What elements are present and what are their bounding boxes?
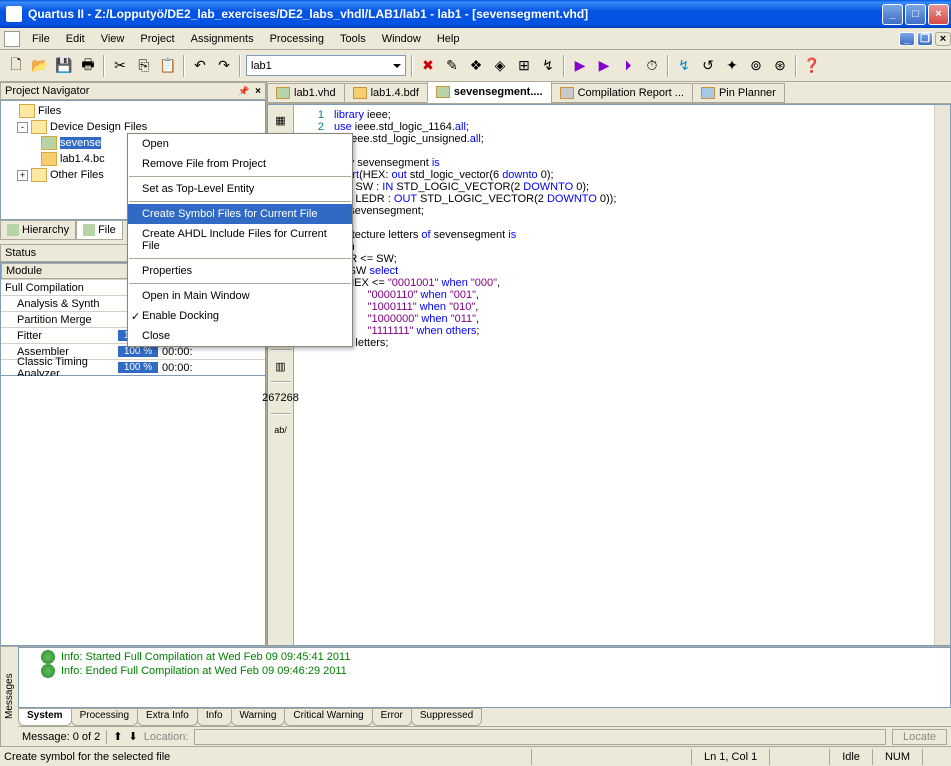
messages-list[interactable]: Info: Started Full Compilation at Wed Fe… — [18, 647, 951, 708]
document-tabs: lab1.vhdlab1.4.bdfsevensegment....Compil… — [267, 82, 951, 104]
doc-tab[interactable]: sevensegment.... — [427, 81, 552, 103]
doc-tab[interactable]: lab1.vhd — [267, 83, 345, 103]
status-num: NUM — [872, 749, 922, 765]
menu-project[interactable]: Project — [132, 30, 182, 48]
context-item[interactable]: Close — [128, 326, 352, 346]
status-blank — [0, 376, 266, 646]
timing-button[interactable]: ⏱ — [641, 55, 663, 77]
stop-button[interactable]: ▶ — [593, 55, 615, 77]
statusbar: Create symbol for the selected file Ln 1… — [0, 746, 951, 766]
panel-close-button[interactable]: × — [255, 86, 261, 97]
msg-tab[interactable]: Info — [197, 708, 232, 726]
pin-icon[interactable]: 📌 — [238, 86, 249, 97]
save-button[interactable]: 💾 — [53, 55, 75, 77]
tree-item-files[interactable]: Files — [3, 103, 263, 119]
minimize-button[interactable]: _ — [882, 4, 903, 25]
help-button[interactable]: ❓ — [801, 55, 823, 77]
prog-button[interactable]: ↯ — [673, 55, 695, 77]
context-item[interactable]: Enable Docking — [128, 306, 352, 326]
status-help: Create symbol for the selected file — [4, 751, 531, 763]
copy-button[interactable]: ⎘ — [133, 55, 155, 77]
msg-tab[interactable]: System — [18, 708, 72, 726]
tool-button-8[interactable]: ⊚ — [745, 55, 767, 77]
location-label: Location: — [144, 731, 189, 743]
context-item[interactable]: Open in Main Window — [128, 286, 352, 306]
doc-tab[interactable]: Pin Planner — [692, 83, 785, 103]
msg-tab[interactable]: Extra Info — [137, 708, 198, 726]
location-field[interactable] — [194, 729, 886, 745]
window-title: Quartus II - Z:/Lopputyö/DE2_lab_exercis… — [26, 7, 880, 21]
msg-tab[interactable]: Error — [372, 708, 412, 726]
doc-icon — [4, 31, 20, 47]
status-progress — [531, 749, 691, 765]
project-navigator-header: Project Navigator 📌 × — [0, 82, 266, 100]
menu-assignments[interactable]: Assignments — [183, 30, 262, 48]
tool-button-4[interactable]: ⊞ — [513, 55, 535, 77]
doc-tab[interactable]: Compilation Report ... — [551, 83, 693, 103]
titlebar: Quartus II - Z:/Lopputyö/DE2_lab_exercis… — [0, 0, 951, 28]
context-item[interactable]: Set as Top-Level Entity — [128, 179, 352, 199]
bookmark-icon[interactable]: ▦ — [271, 111, 291, 129]
status-idle: Idle — [829, 749, 872, 765]
undo-button[interactable]: ↶ — [189, 55, 211, 77]
message-tabs: SystemProcessingExtra InfoInfoWarningCri… — [18, 708, 951, 726]
mdi-restore[interactable]: ❐ — [917, 32, 933, 46]
sim-button[interactable]: ⏵ — [617, 55, 639, 77]
context-item[interactable]: Remove File from Project — [128, 154, 352, 174]
app-icon — [6, 6, 22, 22]
status-position: Ln 1, Col 1 — [691, 749, 769, 765]
print-button[interactable]: 🖶 — [77, 55, 99, 77]
menu-file[interactable]: File — [24, 30, 58, 48]
context-item[interactable]: Create AHDL Include Files for Current Fi… — [128, 224, 352, 256]
menu-processing[interactable]: Processing — [262, 30, 332, 48]
doc-tab[interactable]: lab1.4.bdf — [344, 83, 428, 103]
case-icon[interactable]: ab/ — [271, 421, 291, 439]
msg-tab[interactable]: Suppressed — [411, 708, 482, 726]
compile-button[interactable]: ▶ — [569, 55, 591, 77]
menu-edit[interactable]: Edit — [58, 30, 93, 48]
tool-button-6[interactable]: ↺ — [697, 55, 719, 77]
main-toolbar: 🗋 📂 💾 🖶 ✂ ⎘ 📋 ↶ ↷ lab1 ✖ ✎ ❖ ◈ ⊞ ↯ ▶ ▶ ⏵… — [0, 50, 951, 82]
settings-button[interactable]: ✖ — [417, 55, 439, 77]
context-item[interactable]: Properties — [128, 261, 352, 281]
mdi-close[interactable]: × — [935, 32, 951, 46]
context-menu: OpenRemove File from Project Set as Top-L… — [127, 133, 353, 347]
locate-button[interactable]: Locate — [892, 729, 947, 745]
tab-hierarchy[interactable]: Hierarchy — [0, 221, 76, 240]
paste-button[interactable]: 📋 — [157, 55, 179, 77]
redo-button[interactable]: ↷ — [213, 55, 235, 77]
close-button[interactable]: × — [928, 4, 949, 25]
tool-button-5[interactable]: ↯ — [537, 55, 559, 77]
tool-button-2[interactable]: ❖ — [465, 55, 487, 77]
tool-button-9[interactable]: ⊛ — [769, 55, 791, 77]
status-row[interactable]: Classic Timing Analyzer100 %00:00: — [1, 359, 265, 375]
menu-help[interactable]: Help — [429, 30, 468, 48]
context-item[interactable]: Create Symbol Files for Current File — [128, 204, 352, 224]
open-button[interactable]: 📂 — [29, 55, 51, 77]
vertical-scrollbar[interactable] — [934, 105, 950, 645]
module-icon[interactable]: ▥ — [271, 357, 291, 375]
tool-button-1[interactable]: ✎ — [441, 55, 463, 77]
menu-tools[interactable]: Tools — [332, 30, 374, 48]
message-count: Message: 0 of 2 — [22, 731, 100, 743]
code-editor[interactable]: 1library ieee;2use ieee.std_logic_1164.a… — [294, 105, 934, 645]
project-combo[interactable]: lab1 — [246, 55, 406, 76]
maximize-button[interactable]: □ — [905, 4, 926, 25]
tool-button-3[interactable]: ◈ — [489, 55, 511, 77]
msg-tab[interactable]: Processing — [71, 708, 138, 726]
line-number-icon[interactable]: 267268 — [271, 389, 291, 407]
cut-button[interactable]: ✂ — [109, 55, 131, 77]
tool-button-7[interactable]: ✦ — [721, 55, 743, 77]
context-item[interactable]: Open — [128, 134, 352, 154]
menu-window[interactable]: Window — [374, 30, 429, 48]
msg-tab[interactable]: Critical Warning — [284, 708, 372, 726]
mdi-minimize[interactable]: _ — [899, 32, 915, 46]
msg-tab[interactable]: Warning — [231, 708, 286, 726]
messages-panel: Messages Info: Started Full Compilation … — [0, 646, 951, 746]
new-button[interactable]: 🗋 — [5, 55, 27, 77]
menu-view[interactable]: View — [93, 30, 133, 48]
messages-label: Messages — [0, 647, 18, 746]
menubar: File Edit View Project Assignments Proce… — [0, 28, 951, 50]
tab-files[interactable]: File — [76, 221, 123, 240]
